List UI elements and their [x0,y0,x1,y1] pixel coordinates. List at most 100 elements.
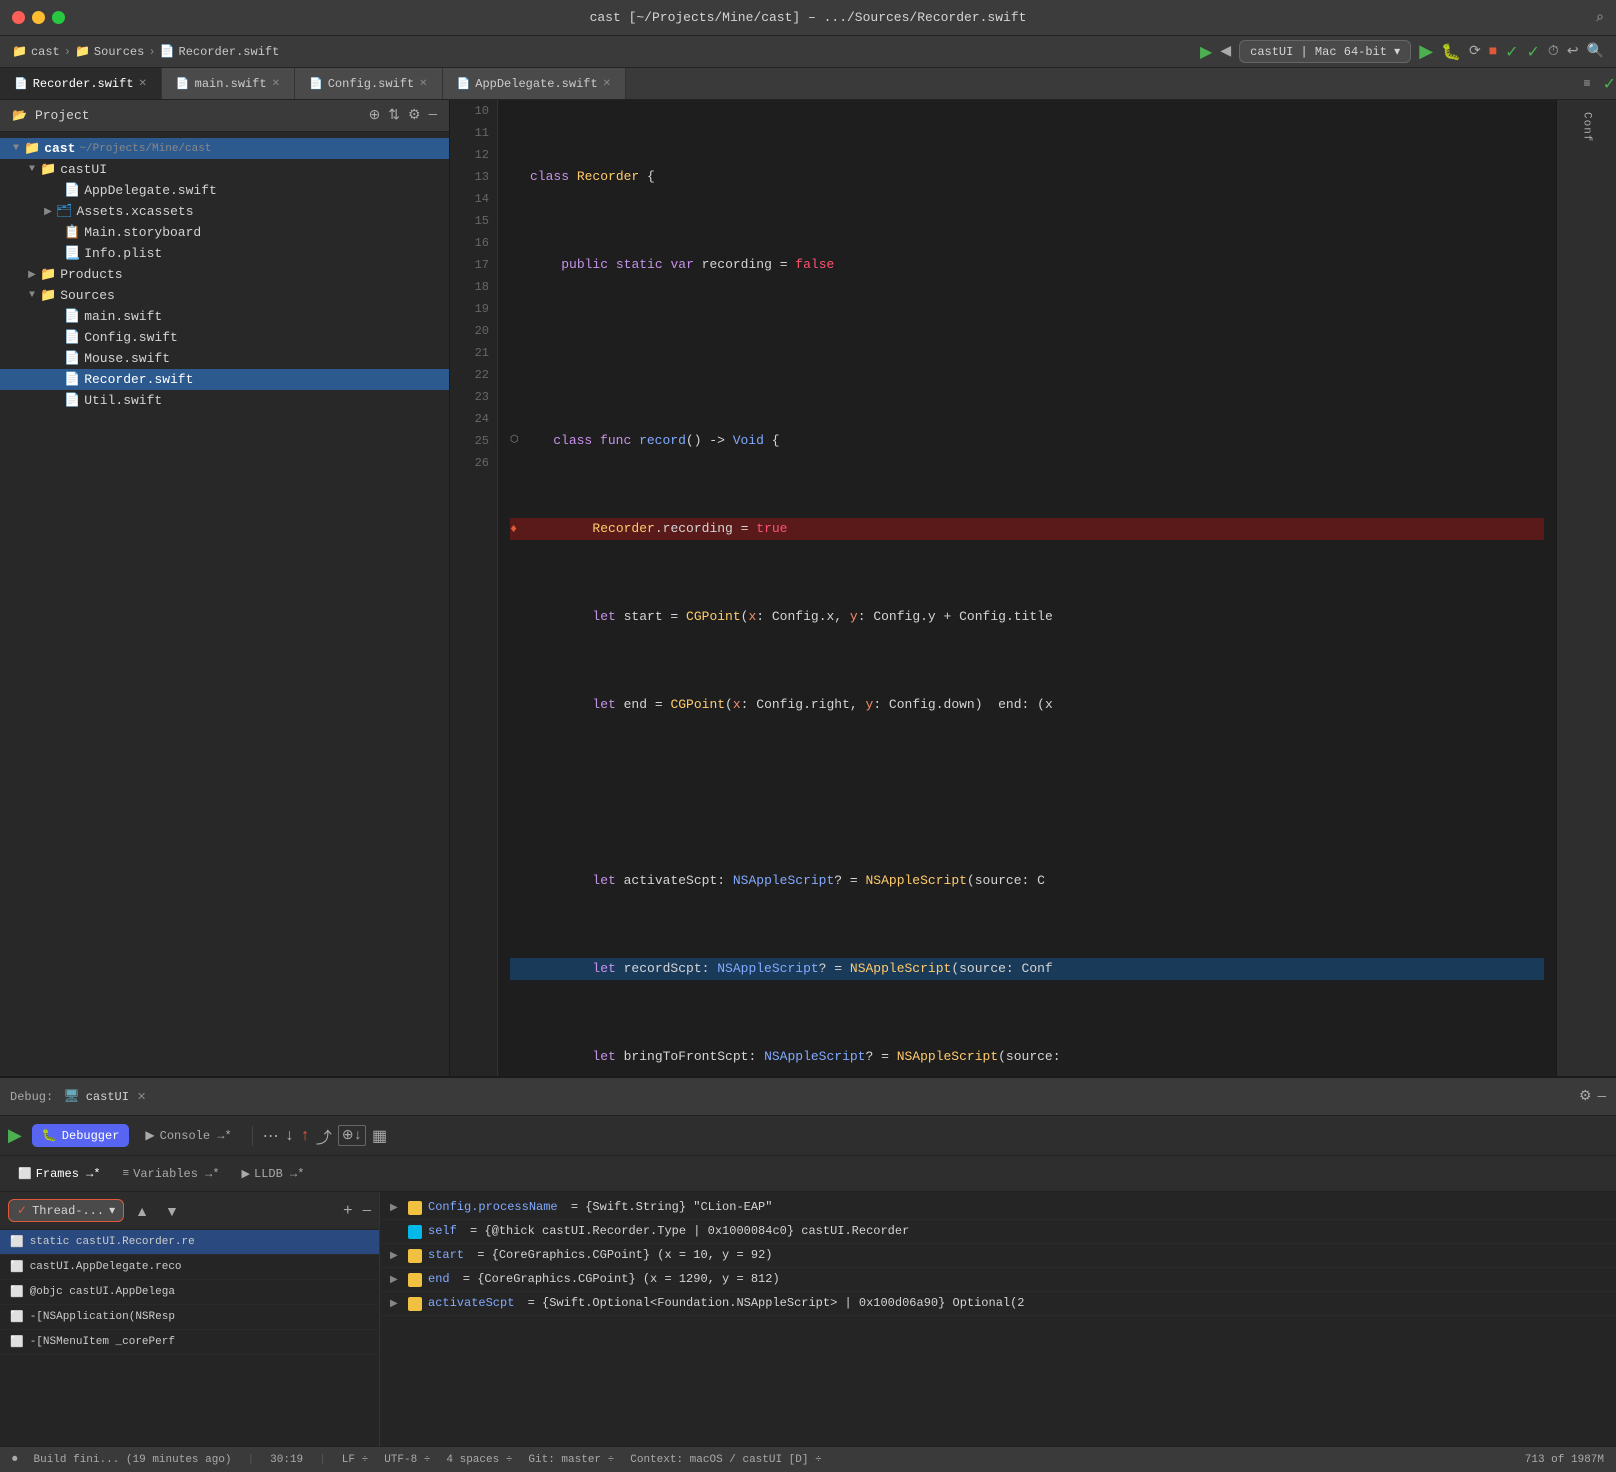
close-button[interactable] [12,11,25,24]
thread-up-btn[interactable]: ▲ [130,1201,154,1221]
var-item-1[interactable]: ▶ Config.processName = {Swift.String} "C… [380,1196,1616,1220]
tree-infoplist[interactable]: 📃 Info.plist [0,243,449,264]
tab-config[interactable]: 📄 Config.swift ✕ [295,68,443,100]
breadcrumb-bar: 📁 cast › 📁 Sources › 📄 Recorder.swift ▶ … [0,36,1616,68]
tree-assets[interactable]: ▶ 🗂 Assets.xcassets [0,201,449,222]
coverage-icon[interactable]: ⟳ [1469,43,1481,60]
var-item-3[interactable]: ▶ start = {CoreGraphics.CGPoint} (x = 10… [380,1244,1616,1268]
breadcrumb-file[interactable]: 📄 Recorder.swift [160,44,280,59]
back-icon[interactable]: ◀ [1220,43,1231,60]
tab-appdelegate[interactable]: 📄 AppDelegate.swift ✕ [443,68,627,100]
tab-main[interactable]: 📄 main.swift ✕ [162,68,295,100]
lldb-icon: ▶ [242,1167,250,1181]
tree-root-item[interactable]: ▼ 📁 cast ~/Projects/Mine/cast [0,138,449,159]
tabs-bar-right[interactable]: ≡ [1583,77,1598,91]
tree-util-swift[interactable]: 📄 Util.swift [0,390,449,411]
encoding[interactable]: UTF-8 ÷ [384,1454,430,1466]
var-type-indicator-2 [408,1225,422,1239]
tree-mouse-swift[interactable]: 📄 Mouse.swift [0,348,449,369]
search-icon[interactable]: 🔍 [1587,43,1604,60]
var-expand-3[interactable]: ▶ [390,1250,402,1262]
debug-collapse-icon[interactable]: — [1598,1089,1606,1105]
tree-main-swift[interactable]: 📄 main.swift [0,306,449,327]
frame-item-1[interactable]: ⬜ static castUI.Recorder.re [0,1230,379,1255]
thread-down-btn[interactable]: ▼ [160,1201,184,1221]
var-item-4[interactable]: ▶ end = {CoreGraphics.CGPoint} (x = 1290… [380,1268,1616,1292]
breadcrumb-sources[interactable]: 📁 Sources › [75,44,156,59]
debug-restart-icon[interactable]: ▶ [8,1125,22,1147]
checkmark-icon[interactable]: ✓ [1505,42,1518,62]
tab-config-close[interactable]: ✕ [419,78,427,90]
history-icon[interactable]: ⏱ [1548,44,1559,60]
frame-item-2[interactable]: ⬜ castUI.AppDelegate.reco [0,1255,379,1280]
memory-icon[interactable]: ▦ [372,1126,387,1146]
step-into-icon[interactable]: ↓ [285,1127,295,1145]
checkmark2-icon[interactable]: ✓ [1527,42,1540,62]
tree-config-swift[interactable]: 📄 Config.swift [0,327,449,348]
step-over-icon[interactable]: ⋯ [263,1126,279,1146]
frame-item-4[interactable]: ⬜ -[NSApplication(NSResp [0,1305,379,1330]
undo-icon[interactable]: ↩ [1567,43,1579,60]
lldb-tab[interactable]: ▶ LLDB →* [232,1163,315,1185]
stop-icon[interactable]: ■ [1489,44,1497,60]
play-icon[interactable]: ▶ [1200,42,1212,62]
run-button[interactable]: ▶ [1419,41,1433,63]
conf-label[interactable]: Conf [1577,108,1597,146]
var-expand-5[interactable]: ▶ [390,1298,402,1310]
tree-recorder-swift[interactable]: 📄 Recorder.swift [0,369,449,390]
step-out-icon[interactable]: ↑ [300,1127,310,1145]
debugger-tab-icon: 🐛 [42,1128,57,1143]
git-branch[interactable]: Git: master ÷ [528,1454,614,1466]
tree-mainstoryboard[interactable]: 📋 Main.storyboard [0,222,449,243]
add-frame-icon[interactable]: + [343,1202,353,1220]
thread-selector[interactable]: ✓ Thread-... ▾ [8,1199,124,1222]
filter-icon[interactable]: ⇅ [388,107,400,124]
breadcrumb-cast[interactable]: 📁 cast › [12,44,71,59]
tab-recorder-close[interactable]: ✕ [139,78,147,90]
remove-frame-icon[interactable]: — [363,1203,371,1219]
minimize-sidebar-icon[interactable]: — [429,107,437,124]
frames-tab[interactable]: ⬜ Frames →* [8,1163,111,1185]
search-icon[interactable]: ⌕ [1596,10,1604,26]
tree-castUI[interactable]: ▼ 📁 castUI [0,159,449,180]
code-view[interactable]: 10 11 12 13 14 15 16 17 18 19 20 21 22 2… [450,100,1556,1076]
indent[interactable]: 4 spaces ÷ [446,1454,512,1466]
settings-icon[interactable]: ⚙ [408,107,421,124]
debug-run-icon[interactable]: 🐛 [1441,42,1461,62]
frame-item-3[interactable]: ⬜ @objc castUI.AppDelega [0,1280,379,1305]
step-cursor-icon[interactable]: ⊕↓ [338,1125,366,1146]
util-swift-label: Util.swift [84,393,162,408]
variables-tab[interactable]: ≡ Variables →* [113,1163,230,1185]
debugger-tab[interactable]: 🐛 Debugger [32,1124,130,1147]
maximize-button[interactable] [52,11,65,24]
green-checkmark-indicator: ✓ [1603,74,1616,94]
tree-products[interactable]: ▶ 📁 Products [0,264,449,285]
frame-item-5[interactable]: ⬜ -[NSMenuItem _corePerf [0,1330,379,1355]
debug-settings-icon[interactable]: ⚙ [1579,1088,1592,1105]
project-label: Project [35,108,90,123]
tab-main-close[interactable]: ✕ [272,78,280,90]
add-file-icon[interactable]: ⊕ [369,107,381,124]
var-name-3: start [428,1248,464,1262]
context-info[interactable]: Context: macOS / castUI [D] ÷ [630,1454,821,1466]
tab-recorder[interactable]: 📄 Recorder.swift ✕ [0,68,162,100]
var-item-5[interactable]: ▶ activateScpt = {Swift.Optional<Foundat… [380,1292,1616,1316]
console-tab[interactable]: ▶ Console →* [135,1124,241,1147]
tree-appdelegate[interactable]: 📄 AppDelegate.swift [0,180,449,201]
scheme-selector[interactable]: castUI | Mac 64-bit ▾ [1239,40,1411,63]
var-expand-1[interactable]: ▶ [390,1202,402,1214]
line-ending[interactable]: LF ÷ [342,1454,368,1466]
var-name-4: end [428,1272,450,1286]
debug-close-icon[interactable]: ✕ [137,1090,146,1104]
debugger-tab-label: Debugger [62,1129,120,1143]
breadcrumb-right: ▶ ◀ castUI | Mac 64-bit ▾ ▶ 🐛 ⟳ ■ ✓ ✓ ⏱ … [1200,40,1604,63]
tree-sources[interactable]: ▼ 📁 Sources [0,285,449,306]
assets-arrow: ▶ [40,206,56,218]
tab-appdelegate-close[interactable]: ✕ [603,78,611,90]
step-run-icon[interactable]: ⤴ [316,1124,332,1148]
var-name-5: activateScpt [428,1296,514,1310]
var-item-2[interactable]: ▶ self = {@thick castUI.Recorder.Type | … [380,1220,1616,1244]
minimize-button[interactable] [32,11,45,24]
code-content[interactable]: class Recorder { public static var recor… [498,100,1556,1076]
var-expand-4[interactable]: ▶ [390,1274,402,1286]
